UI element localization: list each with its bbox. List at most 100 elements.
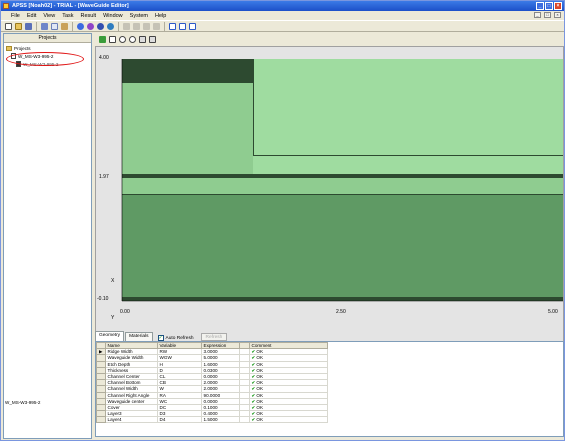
- menu-view[interactable]: View: [43, 13, 55, 19]
- comment-text: OK: [256, 349, 264, 355]
- window-title: APSS [Noah02] - TRIAL - [WaveGuide Edito…: [12, 3, 129, 9]
- zoom-in-icon[interactable]: [118, 35, 127, 44]
- maximize-button[interactable]: □: [545, 2, 553, 10]
- scan-icon[interactable]: [106, 22, 115, 31]
- child-window-controls: _ □ ×: [534, 12, 561, 18]
- parameter-name: Channel Right Angle: [104, 391, 158, 399]
- toolbar-separator: [36, 21, 37, 31]
- table-row[interactable]: Layer4 D4 1.5000 ✔OK: [96, 416, 328, 424]
- parameter-dropdown: [238, 416, 250, 424]
- new-icon[interactable]: [4, 22, 13, 31]
- refresh-view-icon[interactable]: [98, 35, 107, 44]
- cascade-icon[interactable]: [168, 22, 177, 31]
- menu-result[interactable]: Result: [81, 13, 97, 19]
- copy-icon[interactable]: [50, 22, 59, 31]
- tree-root-label: Projects: [14, 45, 31, 51]
- layer3: [122, 178, 563, 194]
- x-tick-right: 5.00: [548, 309, 558, 315]
- bottom-boundary: [122, 297, 563, 301]
- disabled-tool-4-icon: [152, 22, 161, 31]
- projects-header: Projects: [4, 34, 91, 43]
- child-close-button[interactable]: ×: [554, 12, 561, 18]
- parameter-panel: Geometry Materials ✓ Auto Refresh Refres…: [95, 331, 564, 439]
- cut-icon[interactable]: [40, 22, 49, 31]
- child-restore-button[interactable]: □: [544, 12, 551, 18]
- y-tick-bottom: -0.10: [97, 296, 109, 302]
- menu-help[interactable]: Help: [155, 13, 166, 19]
- minimize-button[interactable]: _: [536, 2, 544, 10]
- run-icon[interactable]: [76, 22, 85, 31]
- open-icon[interactable]: [14, 22, 23, 31]
- title-bar: APSS [Noah02] - TRIAL - [WaveGuide Edito…: [1, 1, 564, 11]
- cladding-right: [253, 59, 563, 156]
- zoom-fit-icon[interactable]: [138, 35, 147, 44]
- ok-check-icon: ✔: [251, 411, 256, 417]
- paste-icon[interactable]: [60, 22, 69, 31]
- menu-task[interactable]: Task: [62, 13, 73, 19]
- ridge-dark-cap: [122, 59, 253, 83]
- x-tick-left: 0.00: [120, 309, 130, 315]
- parameter-expression[interactable]: 1.5000: [200, 416, 240, 424]
- comment-text: OK: [256, 417, 264, 423]
- analyze-icon[interactable]: [96, 22, 105, 31]
- x-tick-mid: 2.50: [336, 309, 346, 315]
- tree-item-waveguide[interactable]: W_MS-W3-995-2: [6, 60, 89, 68]
- tree-item-label: W_MS-W3-995-2: [18, 53, 54, 59]
- ok-check-icon: ✔: [251, 367, 256, 373]
- ridge-side: [253, 59, 254, 156]
- grid-icon[interactable]: [148, 35, 157, 44]
- disabled-tool-3-icon: [142, 22, 151, 31]
- toolbar-separator: [118, 21, 119, 31]
- y-tick-mid: 1.97: [99, 174, 109, 180]
- close-button[interactable]: ×: [554, 2, 562, 10]
- comment-text: OK: [256, 404, 264, 410]
- comment-text: OK: [256, 355, 264, 361]
- selected-project-label: W_MS-W3-995-2: [5, 400, 41, 405]
- toolbar-separator: [72, 21, 73, 31]
- menu-system[interactable]: System: [130, 13, 148, 19]
- waveguide-plot[interactable]: 4.00 1.97 -0.10 0.00 2.50 5.00 Y X: [95, 46, 564, 357]
- waveguide-editor: 4.00 1.97 -0.10 0.00 2.50 5.00 Y X Geome…: [95, 33, 564, 439]
- auto-refresh-label: Auto Refresh: [165, 335, 194, 341]
- menu-edit[interactable]: Edit: [27, 13, 36, 19]
- folder-icon: [6, 45, 12, 51]
- tab-materials[interactable]: Materials: [125, 332, 153, 341]
- ok-check-icon: ✔: [251, 417, 256, 423]
- refresh-button[interactable]: Refresh: [200, 333, 228, 341]
- save-icon[interactable]: [24, 22, 33, 31]
- disabled-tool-2-icon: [132, 22, 141, 31]
- parameter-comment: ✔OK: [248, 416, 328, 424]
- parameter-name: Layer4: [104, 416, 158, 424]
- menu-file[interactable]: File: [11, 13, 20, 19]
- ok-check-icon: ✔: [251, 374, 256, 380]
- ok-check-icon: ✔: [251, 404, 256, 410]
- tree-item-project[interactable]: W_MS-W3-995-2: [6, 52, 89, 60]
- structure-icon: [16, 61, 21, 67]
- ok-check-icon: ✔: [251, 398, 256, 404]
- app-window: APSS [Noah02] - TRIAL - [WaveGuide Edito…: [0, 0, 565, 441]
- child-minimize-button[interactable]: _: [534, 12, 541, 18]
- comment-text: OK: [256, 398, 264, 404]
- menu-window[interactable]: Window: [103, 13, 123, 19]
- menu-bar: File Edit View Task Result Window System…: [1, 11, 564, 20]
- tree-root[interactable]: Projects: [6, 44, 89, 52]
- ok-check-icon: ✔: [251, 380, 256, 386]
- pointer-icon[interactable]: [108, 35, 117, 44]
- parameter-tabs: Geometry Materials ✓ Auto Refresh Refres…: [95, 331, 228, 341]
- tab-geometry[interactable]: Geometry: [95, 331, 125, 341]
- ok-check-icon: ✔: [251, 386, 256, 392]
- editor-toolbar: [95, 33, 564, 45]
- zoom-out-icon[interactable]: [128, 35, 137, 44]
- parameter-variable: D4: [156, 416, 202, 424]
- ok-check-icon: ✔: [251, 361, 256, 367]
- thin-film-layer: [122, 174, 563, 178]
- comment-text: OK: [256, 411, 264, 417]
- tile-vertical-icon[interactable]: [188, 22, 197, 31]
- tile-horizontal-icon[interactable]: [178, 22, 187, 31]
- etch-edge: [253, 155, 563, 156]
- mode-icon[interactable]: [86, 22, 95, 31]
- comment-text: OK: [256, 361, 264, 367]
- main-toolbar: [1, 20, 564, 32]
- layer-boundary: [122, 194, 563, 195]
- parameter-table: Name Variable Expression Comment ▶ Ridge …: [96, 341, 328, 424]
